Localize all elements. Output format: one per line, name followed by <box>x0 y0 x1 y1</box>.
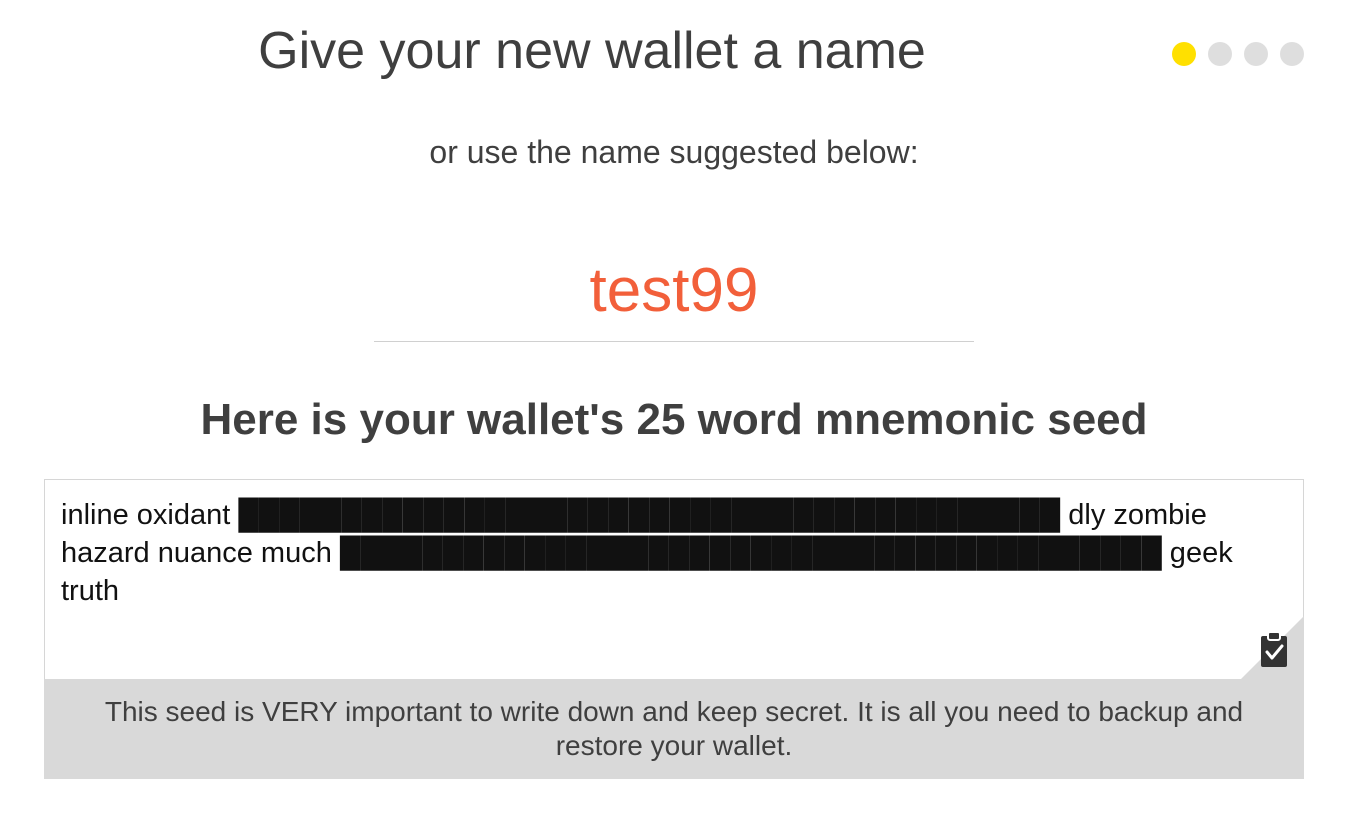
clipboard-check-icon[interactable] <box>1259 630 1289 668</box>
mnemonic-seed-text: inline oxidant █████████████████████████… <box>61 499 1233 607</box>
step-dot-2 <box>1208 42 1232 66</box>
page-title: Give your new wallet a name <box>258 22 926 80</box>
seed-warning-text: This seed is VERY important to write dow… <box>104 696 1244 761</box>
step-dot-1 <box>1172 42 1196 66</box>
page-subtitle: or use the name suggested below: <box>429 134 919 170</box>
seed-warning-banner: This seed is VERY important to write dow… <box>44 679 1304 779</box>
step-progress-indicator <box>1172 42 1304 66</box>
wallet-name-input[interactable] <box>374 240 974 342</box>
seed-heading: Here is your wallet's 25 word mnemonic s… <box>200 395 1148 444</box>
step-dot-4 <box>1280 42 1304 66</box>
seed-box: inline oxidant █████████████████████████… <box>44 479 1304 779</box>
step-dot-3 <box>1244 42 1268 66</box>
